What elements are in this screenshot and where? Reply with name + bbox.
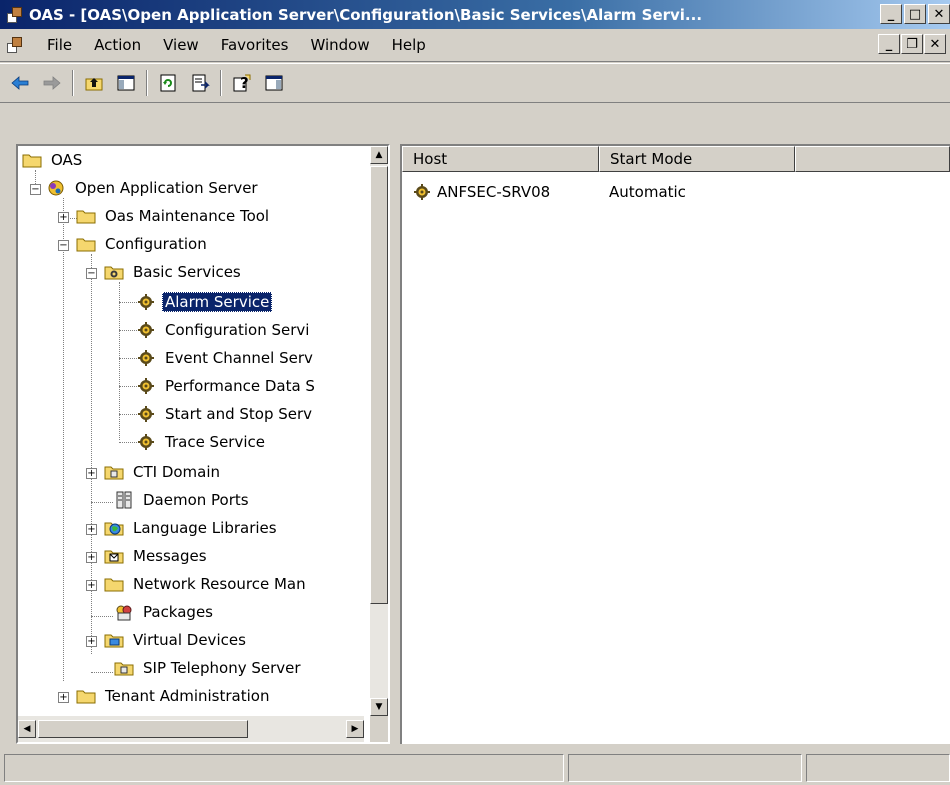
folder-icon	[22, 151, 42, 169]
mdi-close-button[interactable]: ✕	[924, 34, 946, 54]
gear-service-icon	[136, 405, 156, 423]
status-panel-3	[806, 754, 950, 782]
tree-item-trace-service[interactable]: Trace Service	[136, 428, 268, 456]
folder-icon	[76, 207, 96, 225]
result-list[interactable]: Host Start Mode ANFSEC-SRV08 Automatic	[400, 144, 950, 744]
tree-item-tenant-administration[interactable]: Tenant Administration	[76, 682, 272, 710]
server-icon	[46, 179, 66, 197]
domain-icon	[104, 463, 124, 481]
menu-action[interactable]: Action	[83, 36, 152, 54]
cell-host: ANFSEC-SRV08	[437, 183, 551, 201]
show-hide-action-pane-icon[interactable]	[261, 70, 287, 96]
menu-favorites[interactable]: Favorites	[210, 36, 300, 54]
back-arrow-icon[interactable]	[7, 70, 33, 96]
window-title: OAS - [OAS\Open Application Server\Confi…	[29, 5, 703, 24]
console-tree[interactable]: OAS − Open Application Server + Oas Main…	[16, 144, 390, 744]
gear-service-icon	[136, 321, 156, 339]
tree-item-virtual-devices[interactable]: Virtual Devices	[104, 626, 249, 654]
expand-toggle[interactable]: +	[58, 212, 69, 223]
tree-item-start-and-stop-service[interactable]: Start and Stop Serv	[136, 400, 315, 428]
list-header: Host Start Mode	[402, 146, 950, 172]
scroll-down-arrow-icon[interactable]: ▼	[370, 698, 388, 716]
expand-toggle[interactable]: +	[86, 524, 97, 535]
tree-item-open-application-server[interactable]: Open Application Server	[46, 174, 261, 202]
tree-item-daemon-ports[interactable]: Daemon Ports	[114, 486, 252, 514]
expand-toggle[interactable]: +	[86, 468, 97, 479]
column-header-host[interactable]: Host	[402, 146, 599, 172]
gear-service-icon	[136, 433, 156, 451]
tree-item-alarm-service[interactable]: Alarm Service	[136, 288, 273, 316]
forward-arrow-icon[interactable]	[39, 70, 65, 96]
menu-view[interactable]: View	[152, 36, 210, 54]
maximize-button[interactable]: □	[904, 4, 926, 24]
virtual-device-icon	[104, 631, 124, 649]
export-list-icon[interactable]	[187, 70, 213, 96]
collapse-toggle[interactable]: −	[58, 240, 69, 251]
column-header-empty[interactable]	[795, 146, 950, 172]
tree-item-basic-services[interactable]: Basic Services	[104, 258, 244, 286]
menu-window[interactable]: Window	[299, 36, 380, 54]
menu-help[interactable]: Help	[381, 36, 437, 54]
tree-item-configuration-service[interactable]: Configuration Servi	[136, 316, 312, 344]
collapse-toggle[interactable]: −	[86, 268, 97, 279]
ports-icon	[114, 491, 134, 509]
status-bar	[0, 750, 950, 785]
scroll-left-arrow-icon[interactable]: ◀	[18, 720, 36, 738]
list-row[interactable]: ANFSEC-SRV08 Automatic	[402, 180, 686, 204]
menu-file[interactable]: File	[36, 36, 83, 54]
help-icon[interactable]: ?	[229, 70, 255, 96]
tree-item-messages[interactable]: Messages	[104, 542, 210, 570]
mdi-restore-button[interactable]: ❐	[901, 34, 923, 54]
tree-item-event-channel-service[interactable]: Event Channel Serv	[136, 344, 316, 372]
tree-item-performance-data-service[interactable]: Performance Data S	[136, 372, 318, 400]
cell-start-mode: Automatic	[609, 183, 686, 201]
tree-item-oas[interactable]: OAS	[22, 146, 85, 174]
expand-toggle[interactable]: +	[58, 692, 69, 703]
folder-icon	[76, 687, 96, 705]
tree-item-configuration[interactable]: Configuration	[76, 230, 210, 258]
horizontal-scroll-thumb[interactable]	[38, 720, 248, 738]
collapse-toggle[interactable]: −	[30, 184, 41, 195]
tree-horizontal-scrollbar[interactable]: ◀ ▶	[18, 716, 364, 742]
gear-service-icon	[136, 293, 156, 311]
document-icon[interactable]	[6, 36, 24, 54]
gear-service-icon	[412, 183, 432, 201]
expand-toggle[interactable]: +	[86, 580, 97, 591]
tree-item-oas-maintenance-tool[interactable]: Oas Maintenance Tool	[76, 202, 272, 230]
services-folder-icon	[104, 263, 124, 281]
scroll-right-arrow-icon[interactable]: ▶	[346, 720, 364, 738]
mdi-minimize-button[interactable]: _	[878, 34, 900, 54]
folder-icon	[76, 235, 96, 253]
show-hide-tree-icon[interactable]	[113, 70, 139, 96]
scroll-up-arrow-icon[interactable]: ▲	[370, 146, 388, 164]
tree-item-language-libraries[interactable]: Language Libraries	[104, 514, 280, 542]
expand-toggle[interactable]: +	[86, 636, 97, 647]
minimize-button[interactable]: _	[880, 4, 902, 24]
expand-toggle[interactable]: +	[86, 552, 97, 563]
up-one-level-icon[interactable]	[81, 70, 107, 96]
packages-icon	[114, 603, 134, 621]
globe-icon	[104, 519, 124, 537]
gear-service-icon	[136, 349, 156, 367]
refresh-icon[interactable]	[155, 70, 181, 96]
app-icon	[6, 6, 24, 24]
scroll-thumb[interactable]	[370, 166, 388, 604]
domain-icon	[114, 659, 134, 677]
tree-item-network-resource-manager[interactable]: Network Resource Man	[104, 570, 309, 598]
messages-icon	[104, 547, 124, 565]
tree-vertical-scrollbar[interactable]: ▲ ▼	[370, 146, 388, 716]
menu-bar: File Action View Favorites Window Help _…	[0, 29, 950, 62]
tree-item-packages[interactable]: Packages	[114, 598, 216, 626]
gear-service-icon	[136, 377, 156, 395]
tree-item-cti-domain[interactable]: CTI Domain	[104, 458, 223, 486]
status-panel-1	[4, 754, 564, 782]
folder-icon	[104, 575, 124, 593]
column-header-start-mode[interactable]: Start Mode	[599, 146, 795, 172]
status-panel-2	[568, 754, 802, 782]
title-bar: OAS - [OAS\Open Application Server\Confi…	[0, 0, 950, 29]
toolbar: ?	[0, 63, 950, 103]
tree-item-sip-telephony-server[interactable]: SIP Telephony Server	[114, 654, 304, 682]
close-button[interactable]: ✕	[928, 4, 950, 24]
